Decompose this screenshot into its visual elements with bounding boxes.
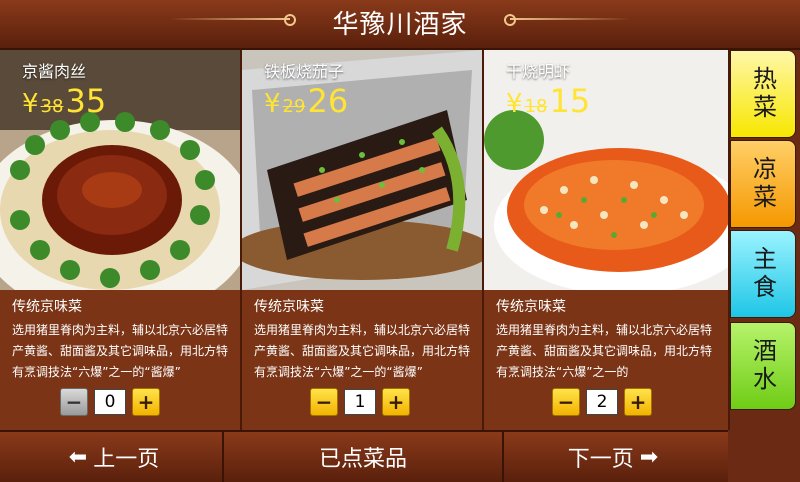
increment-button[interactable]: + (132, 388, 160, 416)
decrement-button[interactable]: − (552, 388, 580, 416)
price-display: ¥ 29 26 (264, 82, 348, 120)
dish-card-2[interactable]: 铁板烧茄子 ¥ 29 26 传统京味菜 选用猪里脊肉为主料，辅以北京六必居特产黄… (242, 50, 484, 430)
next-page-button[interactable]: 下一页 ➡ (504, 432, 728, 482)
dish-card-3[interactable]: 干烧明虾 ¥ 18 15 传统京味菜 选用猪里脊肉为主料，辅以北京六必居特产黄酱… (484, 50, 730, 430)
dish-name: 干烧明虾 (506, 62, 571, 81)
price-display: ¥ 38 35 (22, 82, 106, 120)
original-price: 18 (524, 96, 548, 117)
increment-button[interactable]: + (624, 388, 652, 416)
current-price: 15 (549, 82, 591, 120)
decrement-button[interactable]: − (60, 388, 88, 416)
current-price: 26 (307, 82, 349, 120)
tab-drinks[interactable]: 酒水 (730, 322, 796, 410)
bottom-nav: ⬅ 上一页 已点菜品 下一页 ➡ (0, 430, 728, 482)
current-price: 35 (65, 82, 107, 120)
dish-description: 选用猪里脊肉为主料，辅以北京六必居特产黄酱、甜面酱及其它调味品，用北方特有烹调技… (254, 323, 471, 379)
dish-category: 传统京味菜 (12, 299, 82, 315)
currency-symbol: ¥ (506, 89, 523, 119)
decrement-button[interactable]: − (310, 388, 338, 416)
ordered-items-button[interactable]: 已点菜品 (224, 432, 504, 482)
dish-category: 传统京味菜 (496, 299, 566, 315)
header-flourish-right (510, 18, 630, 20)
quantity-stepper: − 0 + (60, 388, 160, 416)
next-page-label: 下一页 (567, 447, 634, 472)
dish-description: 选用猪里脊肉为主料，辅以北京六必居特产黄酱、甜面酱及其它调味品，用北方特有烹调技… (12, 323, 229, 379)
prev-page-button[interactable]: ⬅ 上一页 (0, 432, 224, 482)
quantity-value: 0 (94, 389, 126, 415)
tab-hot-dishes[interactable]: 热菜 (730, 50, 796, 138)
increment-button[interactable]: + (382, 388, 410, 416)
arrow-left-icon: ⬅ (68, 444, 88, 470)
dish-name: 铁板烧茄子 (264, 62, 345, 81)
dish-category: 传统京味菜 (254, 299, 324, 315)
tab-staple-food[interactable]: 主食 (730, 230, 796, 318)
dish-description: 选用猪里脊肉为主料，辅以北京六必居特产黄酱、甜面酱及其它调味品，用北方特有烹调技… (496, 323, 713, 379)
dish-card-1[interactable]: 京酱肉丝 ¥ 38 35 传统京味菜 选用猪里脊肉为主料，辅以北京六必居特产黄酱… (0, 50, 242, 430)
tab-cold-dishes[interactable]: 凉菜 (730, 140, 796, 228)
ordered-items-label: 已点菜品 (318, 447, 407, 472)
quantity-stepper: − 2 + (552, 388, 652, 416)
quantity-value: 1 (344, 389, 376, 415)
price-display: ¥ 18 15 (506, 82, 590, 120)
original-price: 29 (282, 96, 306, 117)
prev-page-label: 上一页 (93, 447, 160, 472)
quantity-stepper: − 1 + (310, 388, 410, 416)
arrow-right-icon: ➡ (639, 444, 659, 470)
dish-name: 京酱肉丝 (22, 62, 87, 81)
quantity-value: 2 (586, 389, 618, 415)
original-price: 38 (40, 96, 64, 117)
restaurant-title: 华豫川酒家 (332, 10, 468, 40)
currency-symbol: ¥ (22, 89, 39, 119)
app-header: 华豫川酒家 (0, 0, 800, 50)
currency-symbol: ¥ (264, 89, 281, 119)
